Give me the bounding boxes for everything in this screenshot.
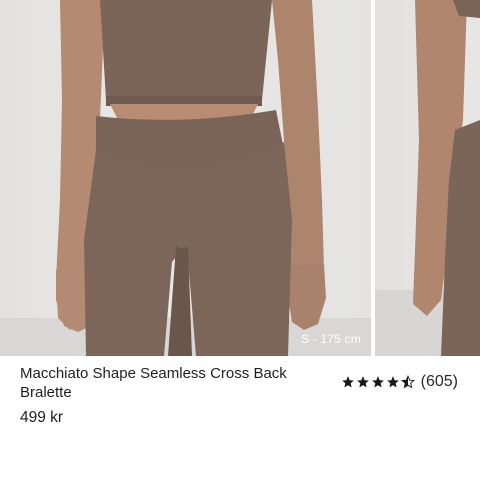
model-photo bbox=[0, 0, 371, 356]
product-image-carousel[interactable]: S - 175 cm bbox=[0, 0, 480, 356]
star-full-icon bbox=[341, 376, 354, 388]
product-price: 499 kr bbox=[20, 409, 64, 426]
product-image-main[interactable]: S - 175 cm bbox=[0, 0, 371, 356]
review-count[interactable]: (605) bbox=[421, 373, 458, 391]
star-full-icon bbox=[386, 376, 399, 388]
star-half-icon bbox=[400, 375, 415, 389]
product-info[interactable]: Macchiato Shape Seamless Cross Back Bral… bbox=[0, 356, 480, 480]
model-size-caption: S - 175 cm bbox=[300, 332, 361, 346]
product-title[interactable]: Macchiato Shape Seamless Cross Back Bral… bbox=[20, 364, 290, 402]
model-side-photo bbox=[375, 0, 480, 356]
product-image-next[interactable] bbox=[375, 0, 480, 356]
star-full-icon bbox=[356, 376, 369, 388]
rating-stars bbox=[341, 375, 415, 389]
product-rating[interactable]: (605) bbox=[341, 373, 458, 391]
star-full-icon bbox=[371, 376, 384, 388]
